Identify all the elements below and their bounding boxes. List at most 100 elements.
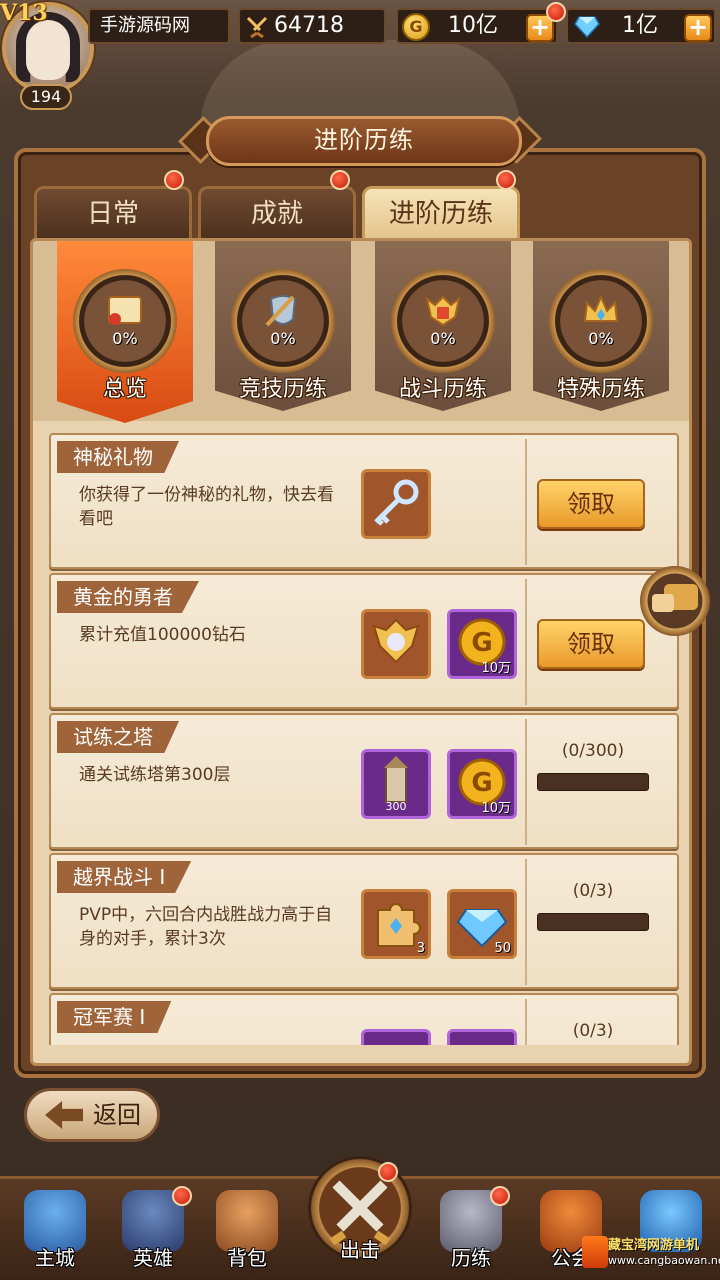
- notification-dot: [164, 170, 184, 190]
- task-description: PVP中，六回合内战胜战力高于自身的对手，累计3次: [79, 905, 333, 949]
- reward-quantity: 10万: [481, 801, 511, 816]
- row-divider: [525, 719, 527, 845]
- nav-label: 历练: [451, 1246, 491, 1270]
- task-row: 神秘礼物 你获得了一份神秘的礼物，快去看看吧 领取: [49, 433, 679, 569]
- reward-badge[interactable]: [361, 609, 431, 679]
- reward-quantity: 3: [416, 941, 425, 956]
- task-description: 通关试练塔第300层: [79, 765, 231, 785]
- vip-badge: V13: [0, 0, 48, 26]
- task-title: 黄金的勇者: [57, 581, 199, 613]
- crossed-swords-icon: [246, 16, 268, 38]
- reward-gold[interactable]: G 10万: [447, 749, 517, 819]
- category-special[interactable]: 0% 特殊历练: [533, 241, 669, 411]
- watermark-url: www.cangbaowan.net: [608, 1254, 720, 1267]
- tower-icon: 300: [384, 756, 408, 813]
- nav-main-city[interactable]: 主城: [14, 1190, 96, 1280]
- claim-button[interactable]: 领取: [537, 619, 645, 669]
- key-icon: [374, 479, 419, 526]
- power-value: 64718: [274, 13, 344, 38]
- reward-tower[interactable]: 300: [361, 749, 431, 819]
- add-diamond-button[interactable]: +: [684, 14, 712, 42]
- chat-button[interactable]: [640, 566, 710, 636]
- nav-battle[interactable]: 出击: [304, 1156, 416, 1280]
- claim-button[interactable]: 领取: [537, 479, 645, 529]
- row-divider: [525, 439, 527, 565]
- task-description: 你获得了一份神秘的礼物，快去看看吧: [79, 485, 334, 529]
- reward-gold[interactable]: G 10万: [447, 609, 517, 679]
- progress-bar: [537, 913, 649, 931]
- progress-text: (0/3): [572, 881, 614, 901]
- back-button[interactable]: 返回: [24, 1088, 160, 1142]
- category-arena[interactable]: 0% 竞技历练: [215, 241, 351, 411]
- diamond-value: 1亿: [622, 13, 658, 38]
- gold-value: 10亿: [448, 13, 498, 38]
- progress-text: (0/300): [561, 741, 625, 761]
- category-percent: 0%: [588, 329, 614, 348]
- nav-label: 英雄: [133, 1246, 173, 1270]
- task-row: 冠军赛 I (0/3): [49, 993, 679, 1045]
- category-battle[interactable]: 0% 战斗历练: [375, 241, 511, 411]
- player-level: 194: [20, 84, 72, 110]
- task-title: 冠军赛 I: [57, 1001, 172, 1033]
- reward-quantity: 50: [494, 941, 511, 956]
- watermark: 藏宝湾网游单机 www.cangbaowan.net: [580, 1230, 720, 1276]
- task-row: 越界战斗 I PVP中，六回合内战胜战力高于自身的对手，累计3次 3 50 (0…: [49, 853, 679, 989]
- tab-label: 日常: [86, 199, 139, 229]
- task-list[interactable]: 神秘礼物 你获得了一份神秘的礼物，快去看看吧 领取 黄金的勇者 累计充值1000…: [49, 433, 679, 1045]
- reward-key[interactable]: [361, 469, 431, 539]
- arrow-left-icon: [45, 1101, 83, 1129]
- notification-dot: [172, 1186, 192, 1206]
- tab-daily[interactable]: 日常: [34, 186, 192, 240]
- tab-label: 成就: [250, 199, 303, 229]
- diamond-icon: [574, 16, 600, 38]
- task-title: 神秘礼物: [57, 441, 179, 473]
- category-label: 总览: [102, 377, 147, 402]
- category-overview[interactable]: 0% 总览: [57, 241, 193, 423]
- chat-bubble-icon: [652, 594, 674, 612]
- notification-dot: [378, 1162, 398, 1182]
- player-name-text: 手游源码网: [100, 15, 190, 36]
- reward-diamonds[interactable]: 50: [447, 889, 517, 959]
- watermark-logo: [582, 1236, 608, 1268]
- row-divider: [525, 999, 527, 1045]
- nav-label: 出击: [340, 1238, 380, 1262]
- reward-item[interactable]: [447, 1029, 517, 1045]
- sword-shield-icon: [265, 295, 297, 327]
- content-area: 0% 总览 0% 竞技历练 0% 战斗历练 0% 特殊历练 神秘礼物 你获得了一…: [30, 238, 692, 1066]
- winged-emblem-icon: [425, 295, 461, 327]
- top-bar: V13 194 手游源码网 64718 G 10亿 + 1亿 +: [0, 0, 720, 110]
- crown-icon: [583, 294, 619, 322]
- notification-dot: [496, 170, 516, 190]
- row-divider: [525, 859, 527, 985]
- power-display: 64718: [238, 8, 386, 44]
- svg-text:G: G: [471, 628, 492, 658]
- category-percent: 0%: [270, 329, 296, 348]
- reward-item[interactable]: [361, 1029, 431, 1045]
- tower-floor-text: 300: [386, 800, 407, 813]
- window-title: 进阶历练: [206, 116, 522, 166]
- nav-bag[interactable]: 背包: [206, 1190, 288, 1280]
- row-divider: [525, 579, 527, 705]
- category-percent: 0%: [430, 329, 456, 348]
- back-label: 返回: [93, 1101, 141, 1129]
- reward-quantity: 10万: [481, 661, 511, 676]
- diamond-display: 1亿 +: [566, 8, 716, 44]
- svg-text:G: G: [471, 768, 492, 798]
- progress-text: (0/3): [572, 1021, 614, 1041]
- watermark-text: 藏宝湾网游单机: [608, 1238, 700, 1253]
- category-percent: 0%: [112, 329, 138, 348]
- gold-coin-icon: G: [402, 13, 430, 41]
- player-name: 手游源码网: [88, 8, 230, 44]
- nav-label: 主城: [35, 1246, 75, 1270]
- notification-dot: [546, 2, 566, 22]
- notification-dot: [490, 1186, 510, 1206]
- task-row: 黄金的勇者 累计充值100000钻石 G 10万 领取: [49, 573, 679, 709]
- tab-label: 进阶历练: [388, 199, 493, 229]
- gold-display: G 10亿 +: [396, 8, 558, 44]
- tab-advanced-training[interactable]: 进阶历练: [362, 186, 520, 240]
- tab-achievements[interactable]: 成就: [198, 186, 356, 240]
- task-row: 试练之塔 通关试练塔第300层 300 G 10万 (0/300): [49, 713, 679, 849]
- nav-label: 背包: [227, 1246, 267, 1270]
- reward-puzzle[interactable]: 3: [361, 889, 431, 959]
- badge-icon: [372, 618, 420, 664]
